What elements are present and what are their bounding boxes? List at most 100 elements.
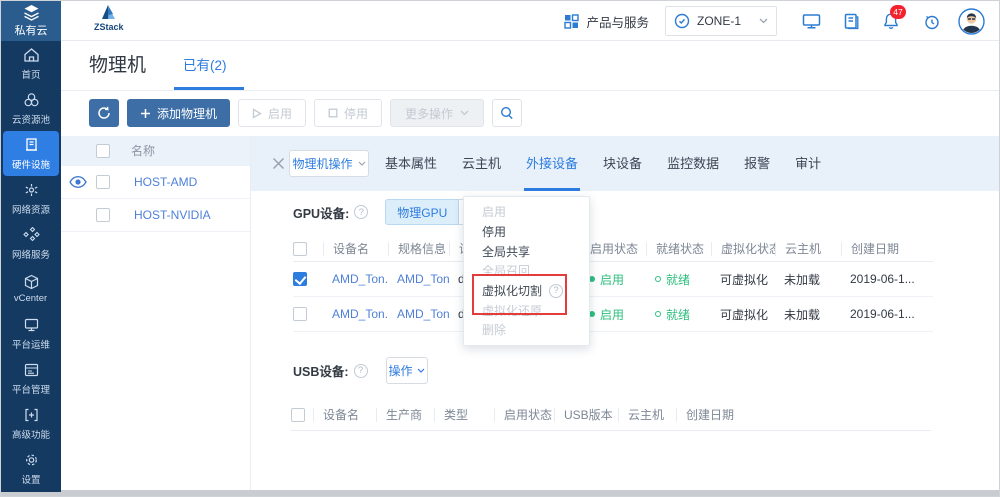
- help-icon[interactable]: ?: [354, 364, 368, 378]
- panel-list-icon: [23, 362, 40, 378]
- tab-monitoring[interactable]: 监控数据: [667, 136, 719, 191]
- cloud-type-label: 私有云: [15, 22, 48, 38]
- usb-section-header: USB设备: ? 操作: [293, 357, 428, 384]
- sidebar-item-vcenter[interactable]: vCenter: [1, 266, 61, 311]
- products-services-menu[interactable]: 产品与服务: [564, 12, 649, 31]
- physical-gpu-toggle[interactable]: 物理GPU: [385, 199, 459, 225]
- tab-basic-properties[interactable]: 基本属性: [385, 136, 437, 191]
- sidebar-item-platform-ops[interactable]: 平台运维: [1, 311, 61, 356]
- col-device-name: 设备名: [323, 242, 388, 256]
- diamond-cross-icon: [23, 227, 40, 243]
- tab-audit[interactable]: 审计: [795, 136, 821, 191]
- zone-icon: [674, 13, 690, 29]
- chevron-down-icon: [417, 368, 425, 373]
- gpu-row-2[interactable]: AMD_Ton... AMD_Ton... da... 启用 就绪 可虚拟化 未…: [293, 297, 933, 332]
- help-icon[interactable]: ?: [354, 205, 368, 219]
- menu-item-delete[interactable]: 删除: [464, 320, 589, 340]
- sidebar-item-home[interactable]: 首页: [1, 41, 61, 86]
- host-list: 名称 HOST-AMD HOST-NVIDIA: [61, 136, 251, 492]
- ready-ring-icon: [655, 311, 661, 317]
- menu-item-disable[interactable]: 停用: [464, 222, 589, 242]
- layers-icon: [22, 4, 41, 21]
- menu-item-global-recall[interactable]: 全局召回: [464, 261, 589, 281]
- console-button[interactable]: [791, 1, 831, 41]
- docs-button[interactable]: [831, 1, 871, 41]
- host-checkbox[interactable]: [96, 175, 110, 189]
- search-button[interactable]: [492, 99, 522, 127]
- col-vm: 云主机: [775, 242, 841, 256]
- close-icon[interactable]: [265, 150, 291, 176]
- app-window: 私有云 首页 云资源池 硬件设施 网络资源 网络服务 vCenter 平台运: [0, 0, 1000, 497]
- usb-select-all-checkbox[interactable]: [291, 408, 305, 422]
- menu-item-enable[interactable]: 启用: [464, 202, 589, 222]
- spheres-icon: [23, 92, 40, 108]
- usb-actions-dropdown[interactable]: 操作: [386, 357, 428, 384]
- host-checkbox[interactable]: [96, 208, 110, 222]
- refresh-button[interactable]: [89, 99, 119, 127]
- gpu-row-checkbox[interactable]: [293, 272, 307, 286]
- tab-vm-instances[interactable]: 云主机: [462, 136, 501, 191]
- more-actions-button[interactable]: 更多操作: [390, 99, 484, 127]
- plus-icon: [140, 108, 151, 119]
- tab-existing[interactable]: 已有(2): [183, 41, 227, 91]
- gpu-row-checkbox[interactable]: [293, 307, 307, 321]
- col-device-name: 设备名: [313, 408, 376, 422]
- play-icon: [252, 108, 262, 119]
- sidebar-item-platform-mgmt[interactable]: 平台管理: [1, 356, 61, 401]
- avatar-icon: [958, 8, 985, 35]
- select-all-checkbox[interactable]: [96, 144, 110, 158]
- sidebar-brand[interactable]: 私有云: [1, 1, 61, 41]
- monitor-icon: [23, 317, 40, 333]
- gpu-select-all-checkbox[interactable]: [293, 242, 307, 256]
- tab-block-devices[interactable]: 块设备: [603, 136, 642, 191]
- toolbar: 添加物理机 启用 停用 更多操作: [61, 91, 999, 136]
- col-vm: 云主机: [618, 408, 676, 422]
- zstack-logo: ZStack: [94, 4, 124, 32]
- tab-external-devices[interactable]: 外接设备: [526, 136, 578, 191]
- tab-alerts[interactable]: 报警: [744, 136, 770, 191]
- sidebar-item-advanced[interactable]: 高级功能: [1, 401, 61, 446]
- sidebar-item-hardware[interactable]: 硬件设施: [3, 131, 59, 176]
- active-tab-underline: [174, 87, 244, 90]
- detail-body: GPU设备: ? 物理GPU vGPU 设备名 规格信息 设... 启用状态 就…: [251, 191, 999, 492]
- sidebar-item-network-resource[interactable]: 网络资源: [1, 176, 61, 221]
- host-list-header: 名称: [61, 136, 250, 166]
- user-avatar[interactable]: [951, 1, 991, 41]
- page-header: 物理机 已有(2): [61, 41, 999, 91]
- host-actions-dropdown[interactable]: 物理机操作: [289, 150, 369, 177]
- window-bottom-edge: [1, 490, 999, 496]
- gear-icon: [23, 452, 40, 468]
- clock-icon: [923, 13, 940, 30]
- ready-ring-icon: [655, 276, 661, 282]
- chevron-down-icon: [759, 18, 768, 24]
- gpu-context-menu: 启用 停用 全局共享 全局召回 虚拟化切割 ? 虚拟化还原 删除: [463, 196, 590, 346]
- menu-item-virtualization-split[interactable]: 虚拟化切割 ?: [464, 281, 589, 301]
- chevron-down-icon: [358, 161, 366, 166]
- network-gear-icon: [23, 182, 40, 198]
- detail-header-band: 物理机操作 基本属性 云主机 外接设备 块设备 监控数据 报警 审计: [251, 136, 999, 191]
- gpu-row-1[interactable]: AMD_Ton... AMD_Ton... dd... 启用 就绪 可虚拟化 未…: [293, 262, 933, 297]
- host-row-amd[interactable]: HOST-AMD: [61, 166, 250, 199]
- sidebar: 私有云 首页 云资源池 硬件设施 网络资源 网络服务 vCenter 平台运: [1, 1, 61, 492]
- col-created: 创建日期: [676, 408, 768, 422]
- host-row-nvidia[interactable]: HOST-NVIDIA: [61, 199, 250, 232]
- sidebar-item-resource-pool[interactable]: 云资源池: [1, 86, 61, 131]
- menu-item-global-share[interactable]: 全局共享: [464, 241, 589, 261]
- sidebar-item-settings[interactable]: 设置: [1, 446, 61, 491]
- page-title: 物理机: [89, 41, 146, 91]
- gpu-section-label: GPU设备:: [293, 203, 349, 222]
- history-button[interactable]: [911, 1, 951, 41]
- cube-icon: [23, 274, 40, 290]
- disable-button[interactable]: 停用: [314, 99, 382, 127]
- document-icon: [843, 13, 860, 30]
- add-host-button[interactable]: 添加物理机: [127, 99, 230, 127]
- enable-button[interactable]: 启用: [238, 99, 306, 127]
- home-icon: [23, 47, 40, 63]
- help-icon[interactable]: ?: [549, 284, 563, 298]
- stop-icon: [328, 108, 338, 118]
- menu-item-virtualization-restore[interactable]: 虚拟化还原: [464, 300, 589, 320]
- zone-selector[interactable]: ZONE-1: [665, 6, 777, 36]
- sidebar-item-network-service[interactable]: 网络服务: [1, 221, 61, 266]
- notifications-button[interactable]: 47: [871, 1, 911, 41]
- chevron-down-icon: [460, 110, 469, 116]
